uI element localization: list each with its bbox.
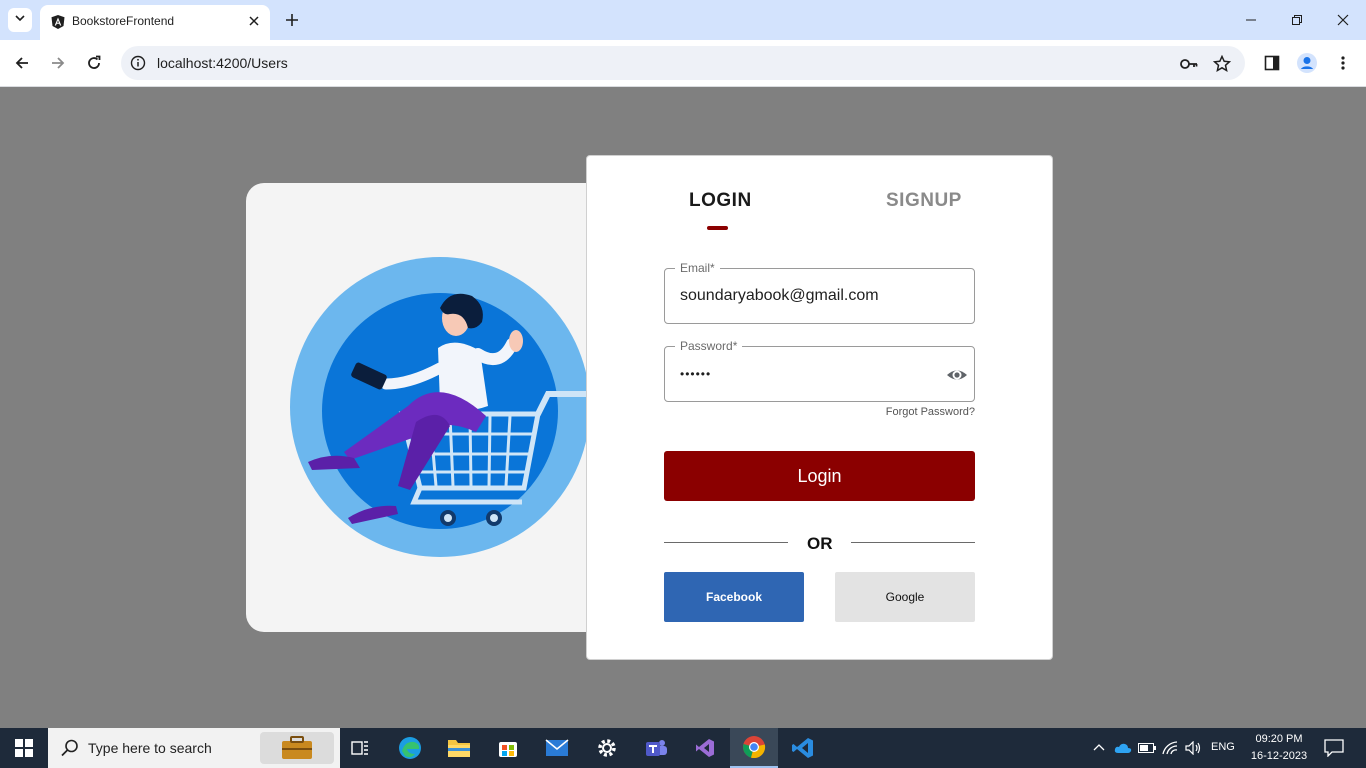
active-tab-indicator — [707, 226, 728, 230]
mail-icon[interactable] — [533, 728, 581, 768]
minimize-icon[interactable] — [1241, 10, 1261, 30]
email-field[interactable]: Email* soundaryabook@gmail.com — [664, 261, 975, 324]
kebab-menu-icon[interactable] — [1332, 52, 1354, 74]
email-input[interactable]: soundaryabook@gmail.com — [680, 287, 879, 305]
notification-icon[interactable] — [1322, 736, 1346, 760]
password-label: Password* — [675, 339, 743, 353]
clock-date[interactable]: 16-12-2023 — [1249, 750, 1309, 762]
tab-title: BookstoreFrontend — [72, 14, 175, 28]
chrome-icon[interactable] — [730, 728, 778, 768]
divider-left — [664, 542, 788, 543]
tab-login[interactable]: LOGIN — [689, 190, 752, 212]
info-icon[interactable] — [130, 55, 146, 71]
key-icon[interactable] — [1179, 54, 1199, 74]
address-bar[interactable]: localhost:4200/Users — [121, 46, 1245, 80]
profile-icon[interactable] — [1296, 52, 1318, 74]
clock-time[interactable]: 09:20 PM — [1253, 733, 1305, 745]
chevron-up-icon[interactable] — [1089, 738, 1109, 758]
search-icon — [60, 738, 80, 758]
edge-icon[interactable] — [386, 728, 434, 768]
arrow-right-icon[interactable] — [47, 52, 69, 74]
browser-tab[interactable]: BookstoreFrontend — [40, 5, 270, 40]
chevron-down-icon — [14, 11, 26, 29]
restore-icon[interactable] — [1287, 10, 1307, 30]
arrow-left-icon[interactable] — [11, 52, 33, 74]
password-input[interactable]: •••••• — [680, 367, 711, 381]
task-view-icon[interactable] — [336, 728, 384, 768]
wifi-icon[interactable] — [1161, 738, 1181, 758]
password-field[interactable]: Password* •••••• — [664, 339, 975, 402]
shopping-cart-illustration — [290, 256, 590, 558]
search-placeholder: Type here to search — [88, 740, 212, 756]
taskbar-search[interactable]: Type here to search — [48, 728, 340, 768]
onedrive-icon[interactable] — [1113, 738, 1133, 758]
vscode-icon[interactable] — [779, 728, 827, 768]
side-panel-icon[interactable] — [1261, 52, 1283, 74]
divider-right — [851, 542, 975, 543]
language-indicator[interactable]: ENG — [1211, 741, 1235, 753]
windows-taskbar: Type here to search ENG 09:20 PM 16-12-2… — [0, 728, 1366, 768]
star-icon[interactable] — [1212, 54, 1232, 74]
url-text: localhost:4200/Users — [157, 55, 288, 71]
login-button[interactable]: Login — [664, 451, 975, 501]
briefcase-icon — [260, 732, 334, 764]
settings-icon[interactable] — [583, 728, 631, 768]
battery-icon[interactable] — [1137, 738, 1157, 758]
facebook-button[interactable]: Facebook — [664, 572, 804, 622]
tab-signup[interactable]: SIGNUP — [886, 190, 962, 212]
auth-card: LOGIN SIGNUP Email* soundaryabook@gmail.… — [586, 155, 1053, 660]
email-label: Email* — [675, 261, 720, 275]
browser-tabbar: BookstoreFrontend — [0, 0, 1366, 40]
visual-studio-icon[interactable] — [681, 728, 729, 768]
browser-toolbar: localhost:4200/Users — [0, 40, 1366, 87]
google-button[interactable]: Google — [835, 572, 975, 622]
angular-icon — [50, 14, 66, 30]
file-explorer-icon[interactable] — [435, 728, 483, 768]
reload-icon[interactable] — [83, 52, 105, 74]
close-icon[interactable] — [246, 13, 262, 29]
eye-icon[interactable] — [945, 363, 969, 387]
close-window-icon[interactable] — [1333, 10, 1353, 30]
store-icon[interactable] — [484, 728, 532, 768]
forgot-password-link[interactable]: Forgot Password? — [886, 406, 975, 418]
tab-search-button[interactable] — [8, 8, 32, 32]
windows-start-icon[interactable] — [0, 728, 48, 768]
volume-icon[interactable] — [1184, 738, 1204, 758]
plus-icon[interactable] — [282, 10, 302, 30]
or-divider-text: OR — [807, 534, 833, 553]
teams-icon[interactable] — [632, 728, 680, 768]
